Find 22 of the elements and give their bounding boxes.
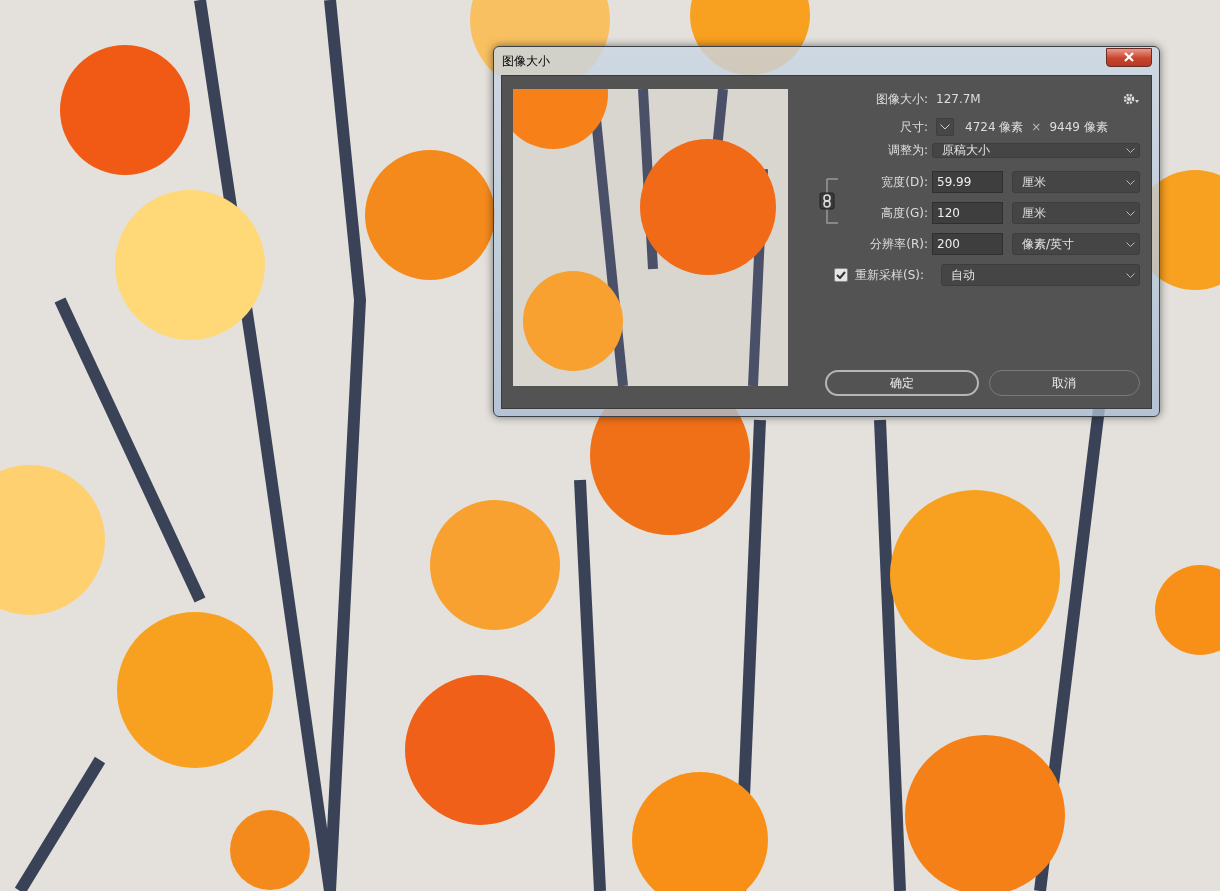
fit-to-dropdown[interactable]: 原稿大小 <box>932 142 1140 158</box>
window-title: 图像大小 <box>501 52 550 70</box>
image-size-label: 图像大小: <box>874 90 929 108</box>
ok-button[interactable]: 确定 <box>825 370 979 396</box>
resample-dropdown[interactable]: 自动 <box>941 264 1140 286</box>
fit-to-label: 调整为: <box>886 141 929 159</box>
unit-dropdown[interactable]: 像素/英寸 <box>1012 233 1140 255</box>
image-size-value: 127.7M <box>936 92 982 106</box>
unit-dropdown[interactable]: 厘米 <box>1012 202 1140 224</box>
times-sign: × <box>1031 120 1042 134</box>
height-pixels: 9449 像素 <box>1049 118 1108 136</box>
resample-label: 重新采样(S): <box>854 266 926 284</box>
field-label: 宽度(D): <box>880 173 929 191</box>
number-field[interactable]: 120 <box>932 202 1003 224</box>
unit-dropdown[interactable]: 厘米 <box>1012 171 1140 193</box>
number-field[interactable]: 59.99 <box>932 171 1003 193</box>
field-label: 分辨率(R): <box>869 235 929 253</box>
dimensions-label: 尺寸: <box>898 118 929 136</box>
number-field[interactable]: 200 <box>932 233 1003 255</box>
width-pixels: 4724 像素 <box>965 118 1024 136</box>
field-label: 高度(G): <box>880 204 929 222</box>
cancel-button[interactable]: 取消 <box>988 370 1140 396</box>
